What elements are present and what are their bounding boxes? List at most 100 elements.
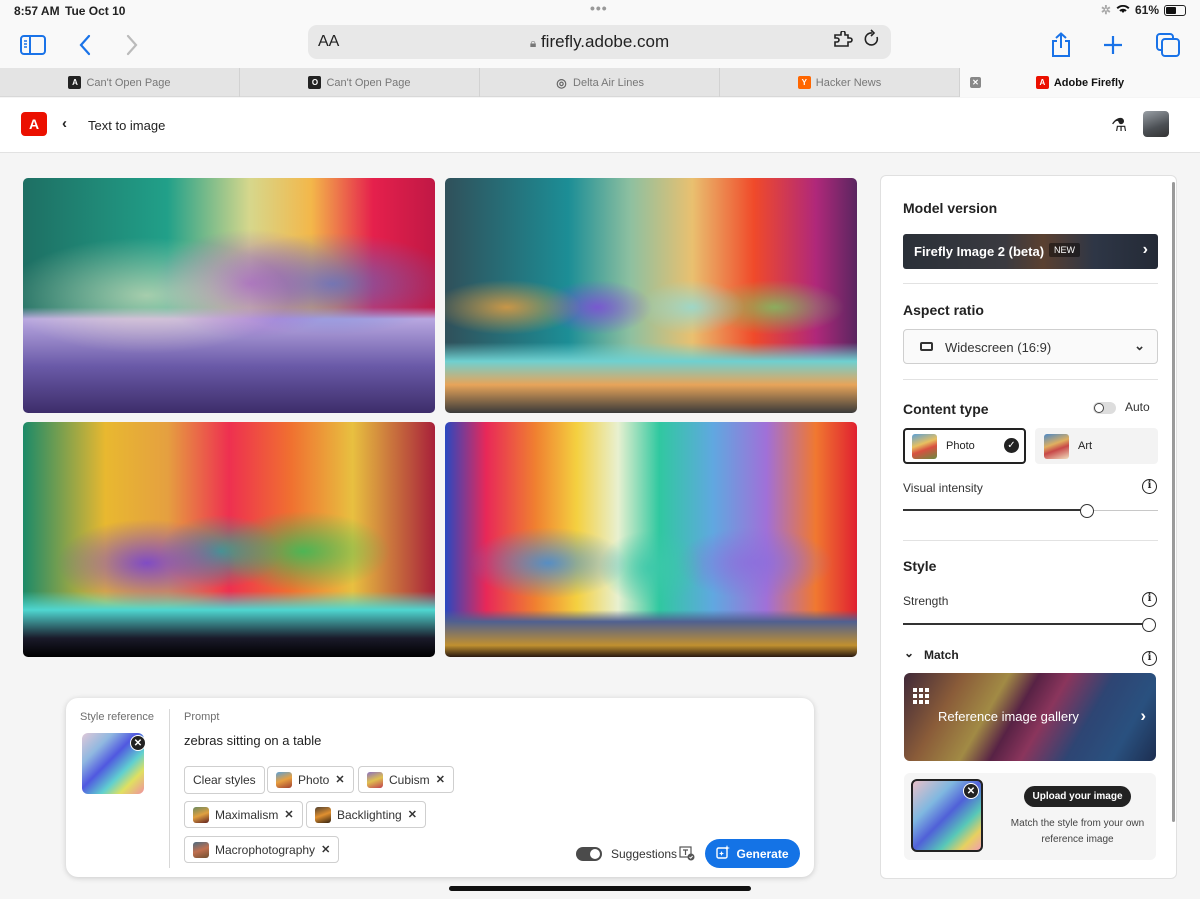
style-chip-backlighting[interactable]: Backlighting ✕ xyxy=(306,801,426,828)
panel-scrollbar[interactable] xyxy=(1172,182,1175,822)
info-icon[interactable]: i xyxy=(1142,651,1157,666)
widescreen-icon xyxy=(920,342,933,351)
content-type-photo[interactable]: Photo ✓ xyxy=(903,428,1026,464)
aspect-ratio-value: Widescreen (16:9) xyxy=(945,340,1052,355)
grid-icon xyxy=(913,688,929,707)
visual-intensity-slider[interactable] xyxy=(903,504,1158,518)
style-chip-macrophotography[interactable]: Macrophotography ✕ xyxy=(184,836,340,863)
uploaded-reference-thumbnail[interactable]: ✕ xyxy=(911,779,983,852)
multitask-dots-icon[interactable]: ••• xyxy=(590,0,608,16)
status-date: Tue Oct 10 xyxy=(65,4,126,18)
strength-label: Strength xyxy=(903,594,949,608)
status-bar: 8:57 AM Tue Oct 10 ••• ✲ 61% xyxy=(0,0,1200,22)
adobe-logo[interactable]: A xyxy=(21,112,47,136)
style-chip-cubism[interactable]: Cubism ✕ xyxy=(358,766,454,793)
generated-image-2[interactable] xyxy=(445,178,857,413)
chip-label: Backlighting xyxy=(337,807,402,822)
remove-style-reference-icon[interactable]: ✕ xyxy=(130,735,146,751)
maximalism-thumb-icon xyxy=(193,806,209,823)
prompt-input[interactable]: zebras sitting on a table xyxy=(184,733,321,748)
tab-hacker-news[interactable]: Y Hacker News xyxy=(720,68,960,97)
back-chevron-icon[interactable]: ‹ xyxy=(62,115,67,132)
aspect-ratio-select[interactable]: Widescreen (16:9) ⌄ xyxy=(903,329,1158,364)
close-tab-icon[interactable]: ✕ xyxy=(970,77,981,88)
style-chip-maximalism[interactable]: Maximalism ✕ xyxy=(184,801,303,828)
lock-icon: 🔒︎ xyxy=(529,36,537,50)
match-label[interactable]: Match xyxy=(924,648,959,662)
tab-favicon: ◎ xyxy=(556,75,567,90)
slider-handle[interactable] xyxy=(1080,504,1094,518)
model-version-selector[interactable]: Firefly Image 2 (beta) NEW › xyxy=(903,234,1158,269)
tab-label: Adobe Firefly xyxy=(1053,76,1125,89)
forward-icon[interactable] xyxy=(117,30,147,60)
remove-chip-icon[interactable]: ✕ xyxy=(321,843,330,856)
cubism-thumb-icon xyxy=(367,771,383,788)
tab-adobe-firefly[interactable]: ✕ A Adobe Firefly xyxy=(960,68,1200,97)
url-text[interactable]: firefly.adobe.com xyxy=(541,32,669,51)
upload-image-button[interactable]: Upload your image xyxy=(1024,786,1131,807)
tab-favicon: A xyxy=(68,76,82,89)
tab-label: Hacker News xyxy=(815,76,882,89)
status-time: 8:57 AM xyxy=(14,4,60,18)
avatar[interactable] xyxy=(1143,111,1169,137)
home-indicator[interactable] xyxy=(449,886,751,891)
beaker-icon[interactable]: ⚗︎ xyxy=(1111,115,1127,136)
extensions-icon[interactable] xyxy=(833,30,853,54)
generate-button[interactable]: Generate xyxy=(705,839,800,868)
sidebar-toggle-icon[interactable] xyxy=(18,30,48,60)
remove-chip-icon[interactable]: ✕ xyxy=(284,808,293,821)
clear-styles-button[interactable]: Clear styles xyxy=(184,766,265,794)
remove-chip-icon[interactable]: ✕ xyxy=(436,773,445,786)
upload-description: Match the style from your own reference … xyxy=(1010,818,1145,845)
generate-label: Generate xyxy=(736,846,789,861)
clear-styles-label: Clear styles xyxy=(193,773,256,787)
wifi-icon xyxy=(1116,3,1130,17)
content-type-label: Art xyxy=(1078,440,1093,452)
reference-image-gallery-button[interactable]: Reference image gallery › xyxy=(904,673,1156,761)
divider xyxy=(169,709,170,868)
chip-label: Photo xyxy=(298,772,330,787)
battery-percent: 61% xyxy=(1134,3,1159,17)
style-chip-photo[interactable]: Photo ✕ xyxy=(267,766,354,793)
content-type-art[interactable]: Art xyxy=(1035,428,1158,464)
tab-delta-air-lines[interactable]: ◎ Delta Air Lines xyxy=(480,68,720,97)
tab-favicon: A xyxy=(1035,76,1049,89)
prompt-bar: Style reference ✕ Prompt zebras sitting … xyxy=(66,698,814,877)
checkmark-icon: ✓ xyxy=(1004,438,1019,453)
auto-toggle[interactable] xyxy=(1093,402,1116,414)
macrophotography-thumb-icon xyxy=(193,841,209,858)
info-icon[interactable]: i xyxy=(1142,592,1157,607)
tab-bar: A Can't Open Page O Can't Open Page ◎ De… xyxy=(0,68,1200,97)
strength-slider[interactable] xyxy=(903,618,1156,632)
generated-image-3[interactable] xyxy=(23,422,435,657)
page-title: Text to image xyxy=(88,118,166,133)
new-badge: NEW xyxy=(1049,243,1080,257)
generated-image-1[interactable] xyxy=(23,178,435,413)
share-icon[interactable] xyxy=(1046,30,1076,60)
back-icon[interactable] xyxy=(70,30,100,60)
address-bar[interactable]: AA 🔒︎ firefly.adobe.com xyxy=(308,25,891,59)
text-check-icon[interactable] xyxy=(679,846,695,864)
remove-reference-icon[interactable]: ✕ xyxy=(963,783,979,799)
divider xyxy=(903,540,1158,541)
info-icon[interactable]: i xyxy=(1142,479,1157,494)
model-name: Firefly Image 2 (beta) xyxy=(914,244,1045,259)
battery-icon xyxy=(1164,4,1186,16)
reload-icon[interactable] xyxy=(863,29,881,55)
new-tab-icon[interactable] xyxy=(1098,30,1128,60)
remove-chip-icon[interactable]: ✕ xyxy=(335,773,344,786)
suggestions-toggle[interactable] xyxy=(576,847,602,861)
generated-image-4[interactable] xyxy=(445,422,857,657)
chevron-down-icon[interactable]: ⌄ xyxy=(904,646,914,660)
tab-overview-icon[interactable] xyxy=(1153,30,1183,60)
tab-cant-open-page-2[interactable]: O Can't Open Page xyxy=(240,68,480,97)
tab-label: Can't Open Page xyxy=(86,76,171,89)
chevron-down-icon: ⌄ xyxy=(1134,338,1145,353)
content-type-label: Photo xyxy=(946,440,975,452)
style-reference-thumbnail[interactable]: ✕ xyxy=(82,733,146,794)
tab-cant-open-page-1[interactable]: A Can't Open Page xyxy=(0,68,240,97)
remove-chip-icon[interactable]: ✕ xyxy=(408,808,417,821)
gallery-label: Reference image gallery xyxy=(938,709,1079,724)
aspect-ratio-heading: Aspect ratio xyxy=(903,302,984,318)
slider-handle[interactable] xyxy=(1142,618,1156,632)
